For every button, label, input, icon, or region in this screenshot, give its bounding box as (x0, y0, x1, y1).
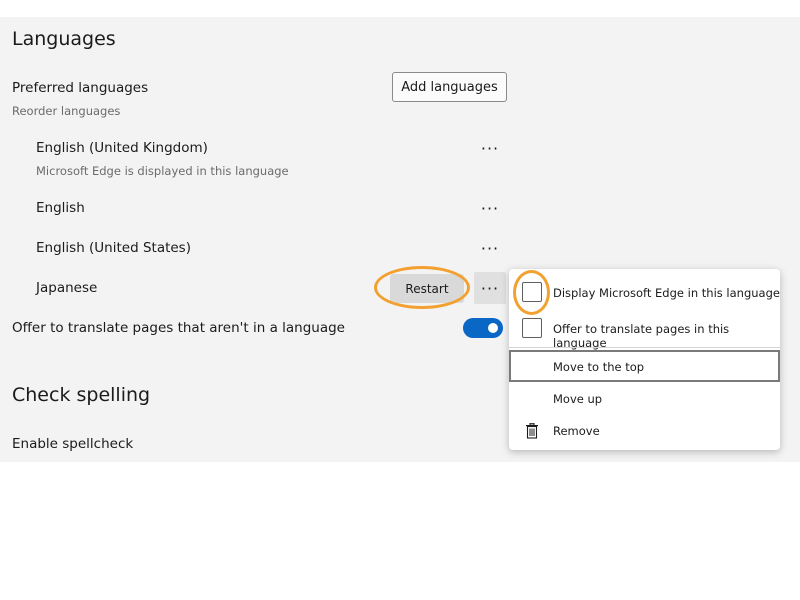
language-more-options-japanese[interactable]: ··· (474, 272, 506, 304)
menu-divider (509, 347, 780, 348)
menu-item-move-to-top[interactable]: Move to the top (509, 350, 780, 382)
menu-item-offer-translate[interactable]: Offer to translate pages in this languag… (509, 315, 780, 350)
restart-button[interactable]: Restart (390, 274, 464, 303)
language-more-options-english-us[interactable]: ··· (474, 232, 506, 264)
toggle-knob (488, 323, 498, 333)
language-more-options-english[interactable]: ··· (474, 192, 506, 224)
preferred-languages-label: Preferred languages (12, 80, 149, 96)
display-language-checkbox[interactable] (522, 282, 542, 302)
more-options-icon: ··· (480, 238, 500, 258)
check-spelling-heading: Check spelling (12, 384, 151, 406)
language-item-english: English (36, 200, 85, 216)
trash-icon (526, 423, 538, 439)
move-to-top-text: Move to the top (553, 360, 645, 374)
display-language-text: Display Microsoft Edge in this language (553, 286, 780, 300)
more-options-icon: ··· (480, 278, 500, 298)
more-options-icon: ··· (480, 138, 500, 158)
offer-translate-label: Offer to translate pages that aren't in … (12, 320, 347, 336)
languages-heading: Languages (12, 28, 116, 50)
add-languages-button[interactable]: Add languages (392, 72, 507, 102)
menu-item-display-language[interactable]: Display Microsoft Edge in this language (509, 279, 780, 307)
language-more-options-english-uk[interactable]: ··· (474, 132, 506, 164)
enable-spellcheck-label: Enable spellcheck (12, 436, 134, 452)
menu-item-move-up[interactable]: Move up (509, 386, 780, 414)
move-up-text: Move up (553, 392, 603, 406)
offer-translate-toggle[interactable] (463, 318, 503, 338)
offer-translate-text: Offer to translate pages in this languag… (553, 322, 730, 350)
menu-item-remove[interactable]: Remove (509, 418, 780, 446)
display-language-note: Microsoft Edge is displayed in this lang… (36, 164, 289, 178)
language-context-menu: Display Microsoft Edge in this language … (509, 269, 780, 450)
reorder-languages-label: Reorder languages (12, 104, 121, 118)
offer-translate-checkbox[interactable] (522, 318, 542, 338)
remove-text: Remove (553, 424, 600, 438)
language-item-japanese: Japanese (36, 280, 98, 296)
more-options-icon: ··· (480, 198, 500, 218)
language-item-english-us: English (United States) (36, 240, 191, 256)
language-item-english-uk: English (United Kingdom) (36, 140, 208, 156)
